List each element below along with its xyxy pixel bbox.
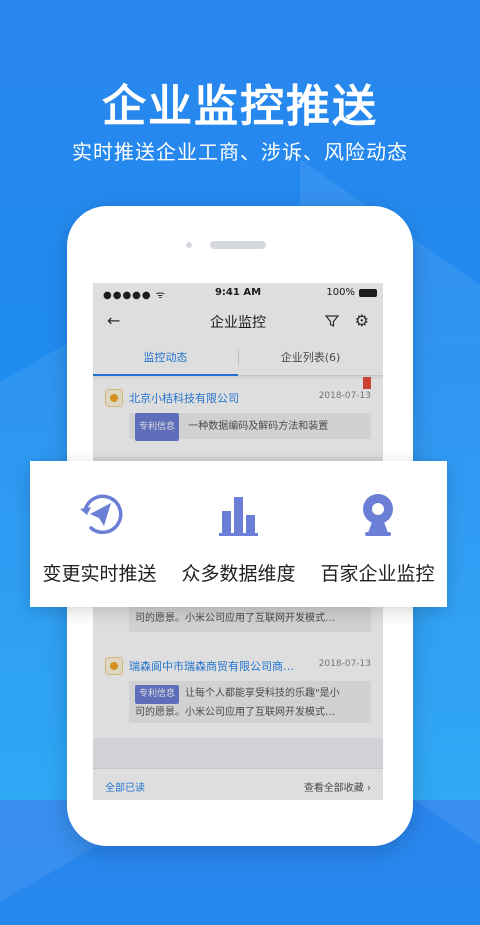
list-item[interactable]: 北京小桔科技有限公司 2018-07-13 专利信息 一种数据编码及解码方法和装… — [93, 377, 383, 457]
feature-realtime-push: 变更实时推送 — [30, 461, 169, 607]
item-text-line1: 让每个人都能享受科技的乐趣"是小 — [185, 688, 340, 699]
battery-icon — [359, 288, 377, 297]
hero-subtitle: 实时推送企业工商、涉诉、风险动态 — [72, 140, 408, 164]
feature-label: 众多数据维度 — [181, 563, 296, 585]
mark-all-read-link[interactable]: 全部已读 — [105, 779, 145, 794]
hero-title: 企业监控推送 — [102, 81, 378, 132]
feature-company-monitor: 百家企业监控 — [308, 461, 447, 607]
patent-badge: 专利信息 — [135, 685, 180, 704]
filter-icon[interactable] — [324, 313, 340, 332]
info-box: 专利信息 让每个人都能享受科技的乐趣"是小 司的愿景。小米公司应用了互联网开发模式… — [129, 681, 371, 723]
footer-bar: 全部已读 查看全部收藏 › — [93, 768, 383, 800]
info-box: 司的愿景。小米公司应用了互联网开发模式… — [129, 606, 371, 632]
webcam-icon — [353, 489, 403, 539]
tab-bar: 监控动态 企业列表(6) — [93, 339, 383, 376]
company-name[interactable]: 瑞森阆中市瑞森商贸有限公司商… — [129, 658, 294, 674]
item-text: 司的愿景。小米公司应用了互联网开发模式… — [135, 613, 335, 624]
feature-panel: 变更实时推送 众多数据维度 百家企业监控 — [30, 461, 447, 607]
item-text: 一种数据编码及解码方法和装置 — [188, 421, 329, 432]
phone-speaker — [210, 241, 266, 249]
bookmark-icon — [363, 377, 371, 389]
view-favorites-link[interactable]: 查看全部收藏 › — [304, 779, 371, 794]
nav-title: 企业监控 — [210, 315, 266, 331]
gear-icon[interactable]: ⚙ — [355, 311, 369, 330]
battery-percent: 100% — [326, 287, 355, 298]
company-logo — [105, 657, 123, 675]
paper-plane-icon — [75, 489, 125, 539]
patent-badge: 专利信息 — [135, 413, 180, 441]
item-date: 2018-07-13 — [318, 391, 371, 401]
item-text-line2: 司的愿景。小米公司应用了互联网开发模式… — [135, 707, 335, 718]
phone-camera — [186, 242, 192, 248]
tab-company-list[interactable]: 企业列表(6) — [238, 349, 383, 365]
company-name[interactable]: 北京小桔科技有限公司 — [129, 390, 239, 406]
feature-data-dimensions: 众多数据维度 — [169, 461, 308, 607]
item-date: 2018-07-13 — [318, 659, 371, 669]
battery-status: 100% — [326, 287, 377, 298]
tab-indicator — [93, 374, 238, 376]
list-item[interactable]: 瑞森阆中市瑞森商贸有限公司商… 2018-07-13 专利信息 让每个人都能享受科… — [93, 653, 383, 738]
status-bar: ●●●●● ᯤ 9:41 AM 100% — [93, 283, 383, 303]
nav-bar: ← 企业监控 ⚙ — [93, 303, 383, 339]
info-box: 专利信息 一种数据编码及解码方法和装置 — [129, 413, 371, 441]
tab-monitor-updates[interactable]: 监控动态 — [93, 349, 238, 365]
company-logo — [105, 389, 123, 407]
bar-chart-icon — [214, 489, 264, 539]
feature-label: 百家企业监控 — [320, 563, 435, 585]
feature-label: 变更实时推送 — [42, 563, 157, 585]
